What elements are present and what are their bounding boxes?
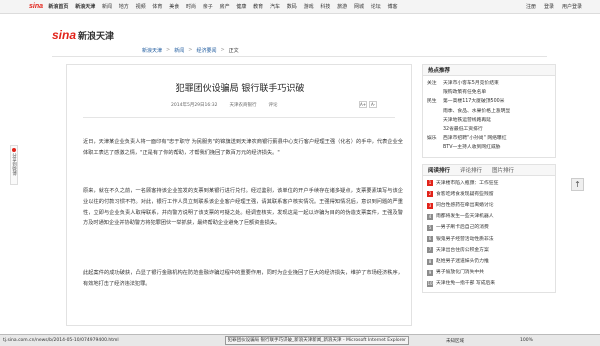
breadcrumb: 新浪天津 > 新闻 > 经济要闻 > 正文	[142, 47, 243, 54]
article-panel: 犯罪团伙设骗局 银行联手巧识破 2014年5月29日16:32 天津农商银行 评…	[66, 64, 412, 326]
share-label: 分享到微博	[11, 153, 17, 176]
rank-badge: 9	[427, 269, 433, 276]
nav-item-home[interactable]: 新浪首页	[48, 3, 68, 10]
list-item[interactable]: 限购政策有任免名单	[427, 88, 555, 97]
rank-badge: 10	[427, 281, 433, 288]
sina-logo[interactable]: sina	[29, 3, 43, 10]
list-item[interactable]: 6 银鬼男子经营活动性质非法	[427, 234, 555, 245]
sina-brand-logo: sina	[52, 28, 77, 42]
login-link[interactable]: 登录	[544, 3, 554, 10]
security-zone: 未知区域	[445, 338, 464, 344]
nav-item-health[interactable]: 健康	[236, 3, 246, 10]
comment-link[interactable]: 评论	[269, 102, 278, 108]
nav-item-fashion[interactable]: 时尚	[186, 3, 196, 10]
nav-item-forum[interactable]: 论坛	[371, 3, 381, 10]
nav-item-parenting[interactable]: 亲子	[203, 3, 213, 10]
account-links: 注册 登录 用户登录	[518, 3, 582, 10]
register-link[interactable]: 注册	[526, 3, 536, 10]
back-to-top-button[interactable]: ↑	[571, 178, 584, 191]
breadcrumb-news[interactable]: 新闻	[174, 47, 184, 54]
nav-item-video[interactable]: 视频	[136, 3, 146, 10]
taskbar-window-button[interactable]: 犯罪团伙设骗局 银行联手巧识破_新浪天津新闻_新浪天津 - Microsoft …	[224, 336, 409, 345]
rank-badge: 7	[427, 247, 433, 254]
article-title: 犯罪团伙设骗局 银行联手巧识破	[175, 84, 305, 94]
tab-picture-ranking[interactable]: 图片排行	[492, 166, 514, 174]
rank-badge: 3	[427, 202, 433, 209]
nav-item-tianjin[interactable]: 新浪天津	[75, 3, 95, 10]
font-size-controls: A+ A-	[357, 101, 377, 108]
ranking-tabs: 阅读排行 评论排行 图片排行	[423, 164, 555, 176]
breadcrumb-current: 正文	[228, 48, 239, 54]
list-item[interactable]: 天津地铁运营线路再延	[427, 116, 555, 125]
rank-badge: 5	[427, 225, 433, 232]
nav-item-travel[interactable]: 旅游	[337, 3, 347, 10]
list-item[interactable]: 关注 天津市小客车5月竞价结束	[427, 79, 555, 88]
breadcrumb-separator: >	[188, 47, 193, 53]
article-source[interactable]: 天津农商银行	[230, 102, 257, 108]
top-navigation-bar: sina 新浪首页 新浪天津 新闻 地方 视频 体育 美食 时尚 亲子 房产 健…	[0, 0, 600, 14]
zoom-level[interactable]: 100%	[520, 338, 533, 343]
list-item[interactable]: 娱乐 西津市招聘"小孙尚" 网络曝红	[427, 134, 555, 143]
rank-badge: 2	[427, 191, 433, 198]
rank-badge: 4	[427, 213, 433, 220]
article-paragraph: 此起案件的成功破获，凸显了银行金融机构在防范金融诈骗过程中的重要作用，同时为企业…	[83, 270, 403, 287]
tab-read-ranking[interactable]: 阅读排行	[428, 166, 450, 174]
site-name: 新浪天津	[78, 30, 115, 41]
rank-badge: 1	[427, 180, 433, 187]
list-item[interactable]: 2 食客吃烤食发现疑有些残留	[427, 189, 555, 200]
tab-comment-ranking[interactable]: 评论排行	[460, 166, 482, 174]
nav-item-food[interactable]: 美食	[169, 3, 179, 10]
breadcrumb-economy[interactable]: 经济要闻	[196, 47, 216, 54]
nav-item-sports[interactable]: 体育	[152, 3, 162, 10]
list-item[interactable]: 32省最低工资排行	[427, 125, 555, 134]
hot-recommend-box: 热点推荐 关注 天津市小客车5月竞价结束 限购政策有任免名单 民生 第一高楼117大…	[422, 64, 556, 158]
nav-item-tech[interactable]: 科技	[320, 3, 330, 10]
article-meta: 2014年5月29日16:32 天津农商银行 评论	[171, 102, 290, 108]
nav-item-local[interactable]: 地方	[119, 3, 129, 10]
list-item[interactable]: 9 男子偷放化门消失中共	[427, 267, 555, 278]
rank-badge: 6	[427, 236, 433, 243]
list-item[interactable]: 7 天津出台住房公积金方案	[427, 245, 555, 256]
weibo-icon	[12, 148, 16, 152]
breadcrumb-separator: >	[220, 47, 225, 53]
nav-item-netcity[interactable]: 网城	[354, 3, 364, 10]
article-paragraph: 近日，天津某企业负责人将一面印有"忠于职守 为民服务"的锦旗送到天津农商银行蓟县…	[83, 139, 403, 156]
font-bigger-button[interactable]: A+	[359, 101, 367, 108]
list-item[interactable]: 3 同台性感药在牵出离婚讨论	[427, 200, 555, 211]
list-item[interactable]: 民生 第一高楼117大厦破顶500米	[427, 97, 555, 106]
right-sidebar: 热点推荐 关注 天津市小客车5月竞价结束 限购政策有任免名单 民生 第一高楼117大…	[422, 64, 556, 299]
list-item[interactable]: 雨季、食品、水果价格上涨明显	[427, 107, 555, 116]
nav-item-games[interactable]: 游戏	[304, 3, 314, 10]
nav-item-digital[interactable]: 数码	[287, 3, 297, 10]
article-paragraph: 原来，就在不久之前，一名顾客持该企业签发的支票到某银行进行兑付。经过鉴别，该单位…	[83, 188, 403, 227]
hot-recommend-title: 热点推荐	[423, 65, 555, 76]
nav-item-news[interactable]: 新闻	[102, 3, 112, 10]
share-to-weibo-tab[interactable]: 分享到微博	[10, 145, 18, 185]
list-item[interactable]: 4 雨都将发生一些天津机器人	[427, 211, 555, 222]
list-item[interactable]: 5 一男子刷卡后自己的消费	[427, 222, 555, 233]
nav-item-education[interactable]: 教育	[253, 3, 263, 10]
list-item[interactable]: 10 天津住免一指干部 写成后来	[427, 278, 555, 289]
font-smaller-button[interactable]: A-	[369, 101, 377, 108]
rank-badge: 8	[427, 258, 433, 265]
nav-item-house[interactable]: 房产	[220, 3, 230, 10]
status-url: tj.sina.com.cn/news/b/2014-05-10/0749794…	[3, 338, 119, 343]
ranking-box: 阅读排行 评论排行 图片排行 1 天津楼市陷入瓶颈：工作狂狂 2 食客吃烤食发现疑有…	[422, 163, 556, 293]
user-center-link[interactable]: 用户登录	[562, 3, 582, 10]
breadcrumb-home[interactable]: 新浪天津	[142, 47, 162, 54]
ranking-list: 1 天津楼市陷入瓶颈：工作狂狂 2 食客吃烤食发现疑有些残留 3 同台性感药在牵出离婚…	[423, 176, 555, 292]
site-brand[interactable]: sina 新浪天津	[52, 28, 114, 42]
list-item[interactable]: 1 天津楼市陷入瓶颈：工作狂狂	[427, 178, 555, 189]
nav-item-blog[interactable]: 博客	[388, 3, 398, 10]
article-divider	[83, 117, 395, 118]
browser-status-bar: tj.sina.com.cn/news/b/2014-05-10/0749794…	[0, 334, 600, 346]
nav-item-auto[interactable]: 汽车	[270, 3, 280, 10]
header-divider	[52, 56, 547, 57]
list-item[interactable]: 8 赵姓男子迷道妹头仍力推	[427, 256, 555, 267]
hot-recommend-list: 关注 天津市小客车5月竞价结束 限购政策有任免名单 民生 第一高楼117大厦破顶50…	[423, 76, 555, 157]
list-item[interactable]: BTV一主持人收到网红威胁	[427, 143, 555, 152]
article-date: 2014年5月29日16:32	[171, 103, 218, 108]
breadcrumb-separator: >	[166, 47, 171, 53]
